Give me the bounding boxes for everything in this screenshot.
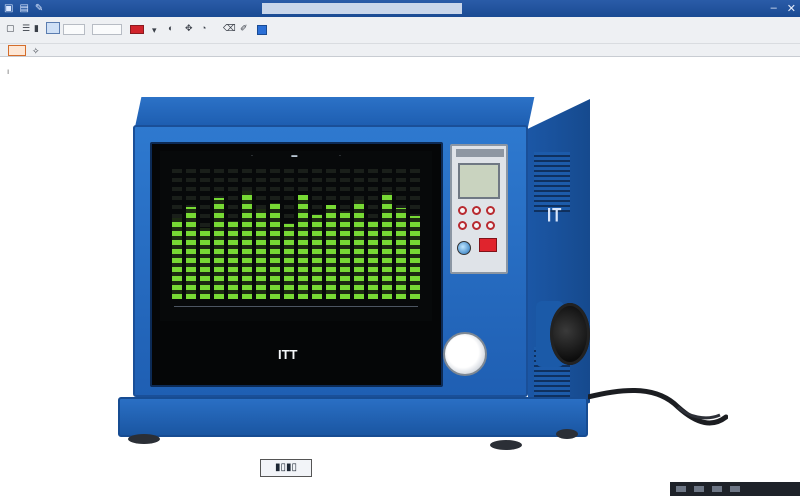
option-icon[interactable]: ✧	[32, 46, 40, 57]
level-bar-fill	[396, 208, 406, 299]
level-bar-fill	[340, 210, 350, 299]
device-top	[135, 97, 535, 127]
window-controls: – ✕	[771, 2, 796, 15]
device-screen: · ▬ ·	[160, 151, 432, 321]
level-bar	[270, 169, 280, 299]
level-bar	[242, 169, 252, 299]
task-icon-1[interactable]	[676, 486, 686, 492]
panel-button-3	[486, 206, 495, 215]
dropdown-icon[interactable]: ▾	[152, 25, 157, 36]
side-vents-upper	[534, 152, 570, 212]
level-bar	[186, 169, 196, 299]
level-bar	[214, 169, 224, 299]
task-icon-4[interactable]	[730, 486, 740, 492]
brush-icon[interactable]: ✐	[240, 23, 248, 34]
level-bar-fill	[228, 221, 238, 299]
panel-title	[456, 149, 504, 157]
pin-icon[interactable]: ▮	[34, 23, 39, 34]
transform-icon[interactable]: ◔	[201, 23, 206, 33]
level-bar	[284, 169, 294, 299]
select-tool-icon[interactable]: ▢	[6, 23, 15, 34]
level-bars	[172, 169, 420, 299]
titlebar-icons: ▣ ▤ ✎	[0, 3, 43, 14]
title-bar: ▣ ▤ ✎ – ✕	[0, 0, 800, 17]
level-bar-fill	[368, 221, 378, 299]
hand-tool-icon[interactable]: ☰	[22, 23, 30, 34]
level-bar-fill	[410, 215, 420, 299]
level-bar	[172, 169, 182, 299]
level-bar-fill	[200, 227, 210, 299]
level-bar-fill	[256, 209, 266, 299]
file-icon[interactable]: ▤	[19, 3, 28, 14]
minimize-icon[interactable]: –	[771, 2, 777, 15]
level-bar	[368, 169, 378, 299]
eraser-icon[interactable]: ⌫	[223, 23, 236, 34]
level-bar-fill	[382, 192, 392, 299]
layer-field[interactable]	[63, 24, 85, 35]
screen-brand: ITT	[278, 347, 298, 362]
active-tool-chip[interactable]	[8, 45, 26, 56]
panel-button-4	[458, 221, 467, 230]
side-brand: IT	[547, 204, 563, 227]
level-bar-fill	[298, 195, 308, 299]
lcd-display	[458, 163, 500, 199]
level-bar-fill	[312, 214, 322, 299]
base-label-plate: ▮▯▮▯	[260, 459, 312, 477]
product-image: IT · ▬ · ITT ▮▯▮▯	[110, 97, 728, 477]
level-bar	[312, 169, 322, 299]
level-bar-fill	[242, 191, 252, 299]
level-bar-fill	[186, 206, 196, 299]
toolbar: ▢ ☰ ▮ ▾ ◐ ✥ ◔ ⌫ ✐ ✧	[0, 17, 800, 57]
screen-header: · ▬ ·	[250, 153, 341, 159]
image-canvas[interactable]: ı IT · ▬ · ITT ▮▯▮▯	[0, 57, 800, 496]
level-bar	[410, 169, 420, 299]
panel-knob	[457, 241, 471, 255]
level-bar-fill	[284, 223, 294, 299]
level-bar	[396, 169, 406, 299]
close-icon[interactable]: ✕	[787, 2, 796, 15]
panel-button-2	[472, 206, 481, 215]
panel-button-1	[458, 206, 467, 215]
power-switch	[479, 238, 497, 252]
level-bar	[340, 169, 350, 299]
device-base	[118, 397, 588, 437]
level-bar	[228, 169, 238, 299]
level-bar-fill	[326, 205, 336, 299]
level-bar	[256, 169, 266, 299]
rotary-knob	[550, 303, 590, 365]
panel-button-6	[486, 221, 495, 230]
foot-left	[128, 434, 160, 444]
foot-back	[556, 429, 578, 439]
image-icon[interactable]	[46, 22, 60, 34]
toolbar-row-2: ✧	[0, 43, 800, 57]
power-cable	[588, 387, 728, 426]
level-bar-fill	[354, 200, 364, 299]
red-color-button[interactable]	[130, 25, 144, 34]
level-bar	[354, 169, 364, 299]
front-dial	[443, 332, 487, 376]
level-bar	[298, 169, 308, 299]
level-bar	[326, 169, 336, 299]
foot-right	[490, 440, 522, 450]
lasso-icon[interactable]: ◐	[168, 23, 173, 33]
move-icon[interactable]: ✥	[185, 23, 193, 34]
panel-button-5	[472, 221, 481, 230]
level-bar	[200, 169, 210, 299]
task-icon-2[interactable]	[694, 486, 704, 492]
task-icon-3[interactable]	[712, 486, 722, 492]
cursor-icon: ı	[7, 67, 10, 76]
level-bar-fill	[172, 218, 182, 299]
control-panel	[450, 144, 508, 274]
help-icon[interactable]: ✎	[35, 3, 43, 14]
blue-color-button[interactable]	[257, 25, 267, 35]
level-bar	[382, 169, 392, 299]
level-bar-fill	[214, 197, 224, 299]
size-field[interactable]	[92, 24, 122, 35]
app-icon[interactable]: ▣	[4, 3, 13, 14]
level-bar-fill	[270, 202, 280, 299]
window-title	[262, 3, 462, 14]
taskbar	[670, 482, 800, 496]
screen-footer	[174, 306, 418, 314]
